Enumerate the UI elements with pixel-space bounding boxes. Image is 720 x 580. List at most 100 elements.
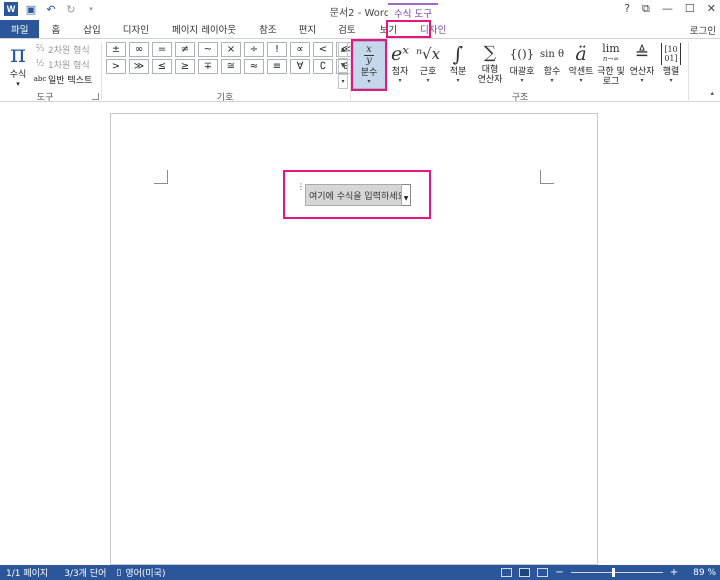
status-right-controls: − + 89 % (501, 565, 716, 580)
operator-icon: ≜ (634, 44, 650, 64)
function-label: 함수 (543, 67, 561, 77)
chevron-down-icon: ▾ (426, 77, 430, 84)
bracket-button[interactable]: {()} 대괄호 ▾ (507, 41, 537, 89)
sign-in-link[interactable]: 로그인 (690, 23, 716, 37)
large-operator-button[interactable]: ∑ 대형 연산자 (474, 41, 506, 89)
symbol-button[interactable]: = (152, 42, 172, 57)
operator-button[interactable]: ≜ 연산자 ▾ (627, 41, 657, 89)
large-operator-label-1: 대형 (481, 65, 499, 75)
tab-mailings[interactable]: 편지 (288, 20, 327, 38)
read-mode-icon[interactable] (501, 568, 513, 577)
symbol-button[interactable]: ∞ (129, 42, 149, 57)
symbol-button[interactable]: ≡ (267, 59, 287, 74)
matrix-button[interactable]: [10 01] 행렬 ▾ (658, 41, 684, 89)
matrix-label: 행렬 (662, 67, 680, 77)
pi-icon: π (10, 40, 26, 68)
script-icon: eˣ (391, 43, 409, 65)
scroll-down-icon[interactable]: ▼ (338, 58, 348, 73)
tools-dialog-launcher-icon[interactable] (92, 93, 99, 100)
equation-placeholder-box[interactable]: ⋮ 여기에 수식을 입력하세요. ▼ (297, 183, 414, 208)
tab-references[interactable]: 참조 (248, 20, 287, 38)
chevron-down-icon: ▾ (456, 77, 460, 84)
normal-text-button[interactable]: abc 일반 텍스트 (34, 72, 97, 86)
symbol-button[interactable]: < (313, 42, 333, 57)
integral-label: 적분 (449, 67, 467, 77)
fraction-denominator: y (366, 54, 372, 66)
professional-format-button[interactable]: ⅔ 2차원 형식 (35, 42, 97, 56)
zoom-level[interactable]: 89 % (693, 568, 716, 578)
large-operator-label-2: 연산자 (477, 75, 503, 85)
tab-equation-design[interactable]: 디자인 (410, 20, 456, 38)
symbol-button[interactable]: ÷ (244, 42, 264, 57)
equation-input[interactable]: 여기에 수식을 입력하세요. (305, 184, 402, 206)
radical-button[interactable]: ⁿ√x 근호 ▾ (414, 41, 442, 89)
crop-mark-top-right (540, 170, 554, 184)
symbol-button[interactable]: > (106, 59, 126, 74)
symbol-button[interactable]: ≠ (175, 42, 195, 57)
symbol-button[interactable]: ≈ (244, 59, 264, 74)
linear-format-label: 1차원 형식 (48, 60, 90, 71)
symbol-button[interactable]: × (221, 42, 241, 57)
help-icon[interactable]: ? (624, 2, 630, 16)
tab-view[interactable]: 보기 (367, 20, 410, 38)
fraction-button[interactable]: x y 분수 ▾ (352, 41, 386, 89)
document-page[interactable] (110, 113, 598, 565)
equation-button[interactable]: π 수식 ▾ (5, 41, 31, 88)
print-layout-icon[interactable] (519, 568, 531, 577)
symbol-button[interactable]: ≫ (129, 59, 149, 74)
chevron-down-icon: ▾ (398, 77, 402, 84)
accent-button[interactable]: ä 악센트 ▾ (566, 41, 596, 89)
symbol-button[interactable]: ≅ (221, 59, 241, 74)
symbol-button[interactable]: ~ (198, 42, 218, 57)
zoom-in-icon[interactable]: + (670, 567, 678, 578)
symbol-button[interactable]: ∓ (198, 59, 218, 74)
function-button[interactable]: sin θ 함수 ▾ (538, 41, 566, 89)
proofing-icon[interactable]: ▯ (116, 568, 121, 578)
limit-log-button[interactable]: lim n→∞ 극한 및 로그 (595, 41, 627, 89)
minimize-icon[interactable]: — (662, 2, 673, 16)
word-count[interactable]: 3/3개 단어 (64, 566, 106, 579)
scroll-up-icon[interactable]: ▲ (338, 42, 348, 57)
linear-format-icon: ½ (35, 59, 45, 69)
linear-format-button[interactable]: ½ 1차원 형식 (35, 57, 97, 71)
maximize-icon[interactable]: ☐ (685, 2, 695, 16)
equation-options-dropdown-icon[interactable]: ▼ (402, 184, 411, 206)
close-icon[interactable]: ✕ (707, 2, 716, 16)
tab-page-layout[interactable]: 페이지 레이아웃 (160, 20, 248, 38)
limit-log-label-2: 로그 (602, 77, 620, 87)
symbol-button[interactable]: ≤ (152, 59, 172, 74)
tab-design[interactable]: 디자인 (112, 20, 160, 38)
limit-top: lim (602, 42, 620, 55)
integral-button[interactable]: ∫ 적분 ▾ (444, 41, 472, 89)
status-bar: 1/1 페이지 3/3개 단어 ▯ 영어(미국) − + 89 % (0, 565, 720, 580)
ribbon-display-icon[interactable]: ⧉ (642, 2, 650, 16)
zoom-slider[interactable] (570, 568, 663, 577)
web-layout-icon[interactable] (537, 568, 549, 577)
symbol-button[interactable]: ∀ (290, 59, 310, 74)
limit-log-label-1: 극한 및 (597, 67, 625, 77)
symbol-button[interactable]: ∝ (290, 42, 310, 57)
page-count[interactable]: 1/1 페이지 (6, 566, 48, 579)
professional-format-icon: ⅔ (35, 44, 45, 54)
tab-insert[interactable]: 삽입 (72, 20, 111, 38)
radical-label: 근호 (419, 67, 437, 77)
symbol-button[interactable]: ∁ (313, 59, 333, 74)
language-status[interactable]: 영어(미국) (125, 566, 165, 579)
symbol-button[interactable]: ± (106, 42, 126, 57)
script-button[interactable]: eˣ 첨자 ▾ (387, 41, 413, 89)
fraction-numerator: x (366, 43, 372, 55)
zoom-out-icon[interactable]: − (555, 567, 563, 578)
zoom-slider-thumb[interactable] (611, 568, 615, 577)
limit-icon: lim n→∞ (602, 41, 619, 67)
more-symbols-icon[interactable]: ▾ (338, 74, 348, 89)
symbols-group-label: 기호 (216, 93, 234, 103)
symbol-button[interactable]: ≥ (175, 59, 195, 74)
symbol-button[interactable]: ! (267, 42, 287, 57)
tab-home[interactable]: 홈 (39, 20, 72, 38)
equation-drag-handle-icon[interactable]: ⋮ (297, 183, 305, 196)
window-title: 문서2 - Word (329, 8, 391, 19)
tab-review[interactable]: 검토 (327, 20, 366, 38)
tab-file[interactable]: 파일 (0, 20, 40, 38)
collapse-ribbon-icon[interactable]: ▴ (710, 89, 714, 97)
chevron-down-icon: ▾ (520, 77, 524, 84)
